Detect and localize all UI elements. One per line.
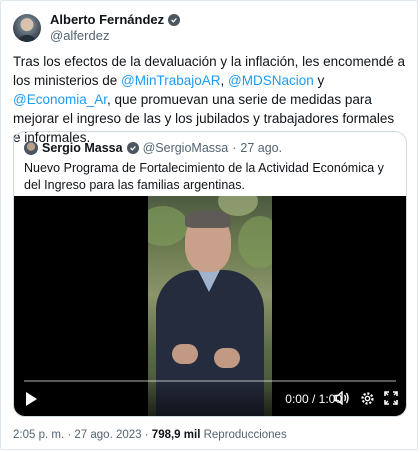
mention-link[interactable]: @Economia_Ar bbox=[13, 92, 107, 107]
tweet-card: Alberto Fernández @alferdez Tras los efe… bbox=[0, 0, 418, 450]
speaker-hand bbox=[172, 344, 198, 364]
separator: · bbox=[67, 429, 72, 441]
mention-link[interactable]: @MinTrabajoAR bbox=[121, 73, 220, 88]
quoted-tweet-header: Sergio Massa @SergioMassa · 27 ago. bbox=[24, 140, 282, 156]
progress-bar[interactable] bbox=[24, 380, 396, 382]
author-name-row: Alberto Fernández bbox=[50, 12, 181, 28]
views-label: Reproducciones bbox=[203, 429, 287, 441]
separator: · bbox=[232, 141, 237, 155]
play-icon[interactable] bbox=[24, 391, 38, 407]
views-count: 798,9 mil bbox=[151, 429, 201, 441]
mention-link[interactable]: @MDSNacion bbox=[228, 73, 314, 88]
quoted-author-name[interactable]: Sergio Massa bbox=[42, 141, 123, 155]
tweet-footer: 2:05 p. m. · 27 ago. 2023 · 798,9 mil Re… bbox=[13, 429, 287, 441]
tweet-text-part: y bbox=[313, 73, 325, 88]
author-name[interactable]: Alberto Fernández bbox=[50, 12, 164, 28]
tweet-author[interactable]: Alberto Fernández @alferdez bbox=[13, 12, 181, 44]
avatar[interactable] bbox=[13, 14, 41, 42]
video-controls: 0:00 / 1:00 bbox=[14, 376, 406, 416]
quoted-author-handle[interactable]: @SergioMassa bbox=[143, 141, 229, 155]
tweet-time[interactable]: 2:05 p. m. bbox=[13, 429, 64, 441]
author-names: Alberto Fernández @alferdez bbox=[50, 12, 181, 44]
verified-badge-icon bbox=[126, 142, 139, 154]
video-player[interactable]: 0:00 / 1:00 bbox=[14, 196, 406, 416]
verified-badge-icon bbox=[168, 14, 181, 26]
foliage bbox=[148, 206, 188, 246]
volume-icon[interactable] bbox=[334, 390, 350, 406]
quoted-date[interactable]: 27 ago. bbox=[240, 141, 282, 155]
quoted-tweet-text: Nuevo Programa de Fortalecimiento de la … bbox=[24, 161, 384, 192]
foliage bbox=[238, 216, 272, 268]
quoted-tweet[interactable]: Sergio Massa @SergioMassa · 27 ago. Nuev… bbox=[13, 131, 407, 417]
tweet-date[interactable]: 27 ago. 2023 bbox=[74, 429, 141, 441]
settings-icon[interactable] bbox=[359, 390, 375, 406]
separator: · bbox=[144, 429, 149, 441]
author-handle[interactable]: @alferdez bbox=[50, 28, 180, 44]
quoted-avatar[interactable] bbox=[24, 141, 38, 155]
speaker-hair bbox=[185, 210, 231, 228]
tweet-text-part: , bbox=[220, 73, 229, 88]
speaker-hand bbox=[214, 348, 240, 368]
fullscreen-icon[interactable] bbox=[383, 390, 399, 406]
